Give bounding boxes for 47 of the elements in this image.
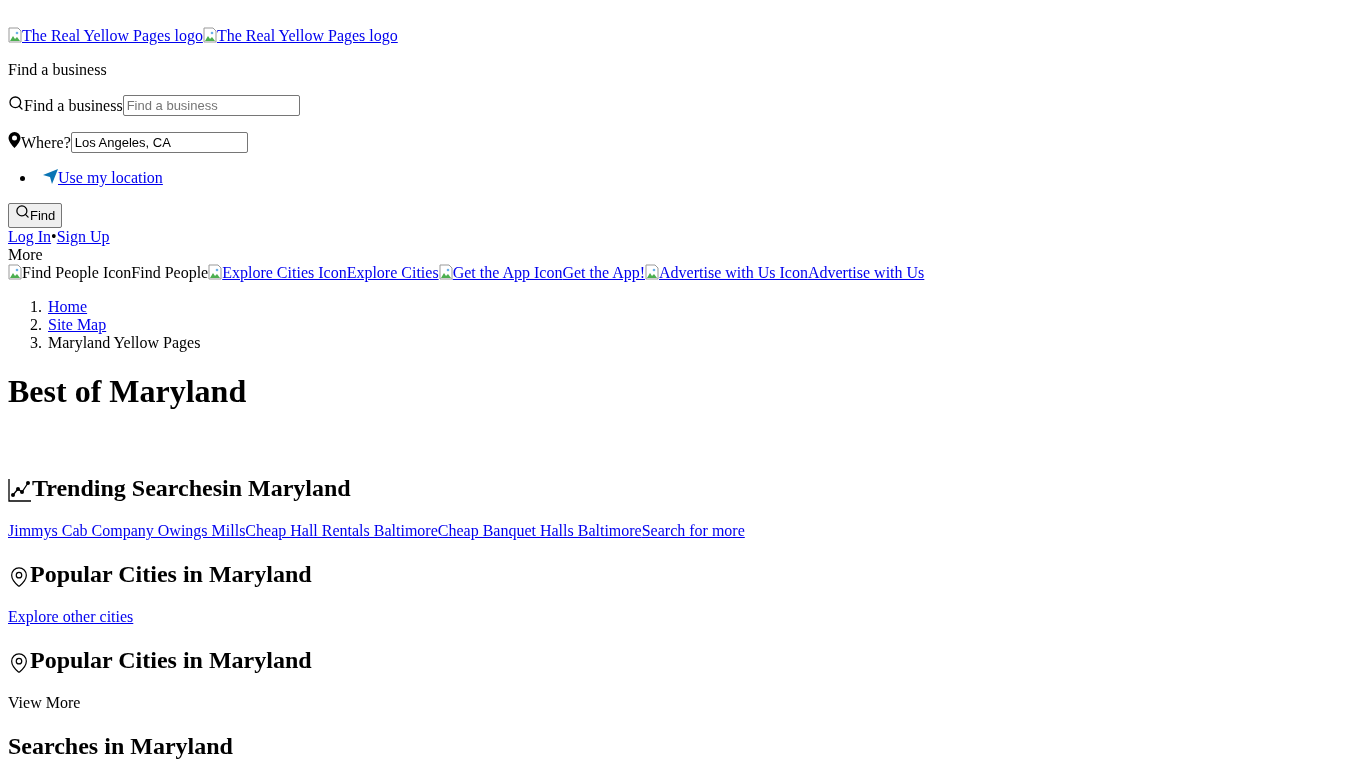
search-icon [15, 204, 30, 219]
location-field[interactable]: Los Angeles, CA [70, 132, 248, 153]
broken-image-icon [202, 27, 217, 43]
separator: • [51, 228, 57, 245]
navigation-arrow-icon [43, 169, 58, 184]
page-title: Best of Maryland [8, 373, 247, 409]
logo-link[interactable]: The Real Yellow Pages logo [202, 27, 398, 44]
list-number: 1. [30, 298, 43, 316]
broken-image-icon [645, 264, 660, 280]
bullet-icon [20, 175, 25, 181]
list-number: 2. [30, 316, 43, 334]
broken-image-icon [438, 264, 453, 280]
search-link[interactable]: Jimmys Cab Company Owings Mills [8, 522, 246, 540]
chart-icon [8, 478, 32, 502]
section-heading: Popular Cities in Maryland [30, 646, 312, 674]
search-field[interactable]: Find a business [122, 95, 300, 116]
broken-image-icon [8, 27, 22, 43]
section-heading: Popular Cities in Maryland [30, 560, 312, 588]
view-more-text: View More [8, 694, 81, 712]
section-heading: Trending Searchesin Maryland [32, 474, 351, 502]
broken-image-icon [8, 264, 22, 280]
map-pin-icon [8, 566, 30, 588]
map-pin-icon [8, 132, 21, 148]
search-link[interactable]: Search for more [641, 522, 745, 540]
find-button[interactable]: Find [8, 203, 63, 228]
more-label: More [8, 246, 44, 264]
field-label: Find a business [24, 96, 123, 115]
search-heading: Find a business [8, 61, 108, 79]
nav-link[interactable]: Explore Cities IconExplore Cities [208, 264, 439, 282]
search-icon [8, 95, 24, 111]
breadcrumb-link[interactable]: Site Map [48, 316, 107, 334]
logo-link[interactable]: The Real Yellow Pages logo [8, 27, 203, 44]
breadcrumb-link[interactable]: Home [48, 298, 88, 316]
broken-image-icon [208, 264, 223, 280]
field-label: Where? [21, 133, 71, 152]
sign-up-link[interactable]: Sign Up [56, 228, 110, 245]
search-link[interactable]: Explore other cities [8, 608, 134, 626]
breadcrumb-current: Maryland Yellow Pages [48, 334, 201, 352]
nav-link[interactable]: Advertise with Us IconAdvertise with Us [645, 264, 925, 282]
use-location-link[interactable]: Use my location [58, 169, 163, 187]
list-number: 3. [30, 334, 43, 352]
search-link[interactable]: Cheap Banquet Halls Baltimore [437, 522, 642, 540]
log-in-link[interactable]: Log In [8, 228, 52, 245]
nav-link[interactable]: Get the App IconGet the App! [438, 264, 646, 282]
search-link[interactable]: Cheap Hall Rentals Baltimore [245, 522, 438, 540]
map-pin-icon [8, 652, 30, 674]
section-heading: Searches in Maryland [8, 732, 233, 760]
